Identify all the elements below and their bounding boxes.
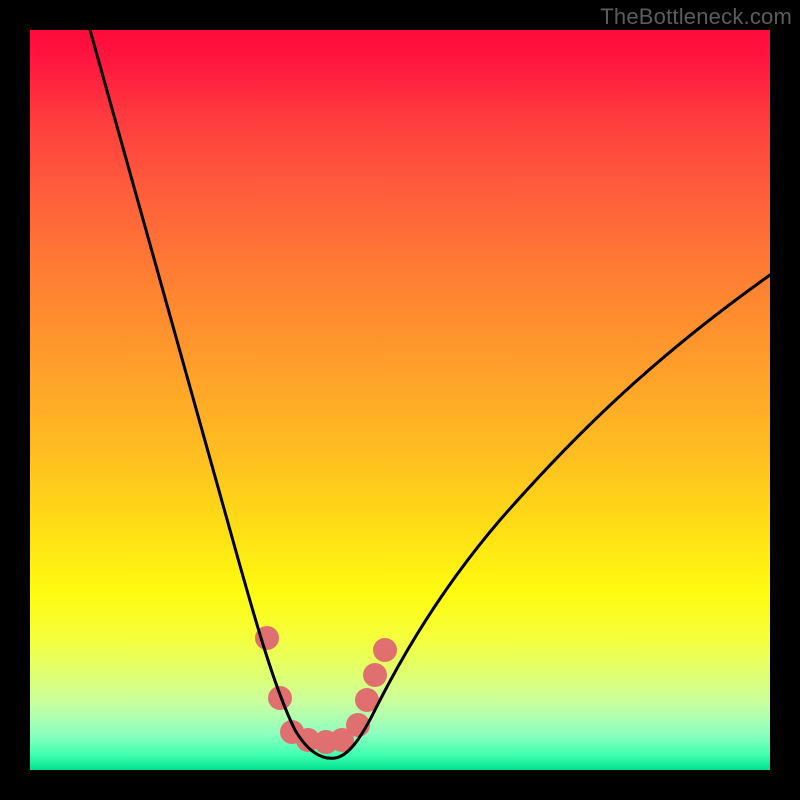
bottleneck-curve-path [90,30,770,758]
chart-svg [30,30,770,770]
marker-group [255,626,397,754]
highlight-dot [363,663,387,687]
highlight-dot [373,638,397,662]
watermark-text: TheBottleneck.com [600,4,792,30]
outer-frame: TheBottleneck.com [0,0,800,800]
plot-area [30,30,770,770]
